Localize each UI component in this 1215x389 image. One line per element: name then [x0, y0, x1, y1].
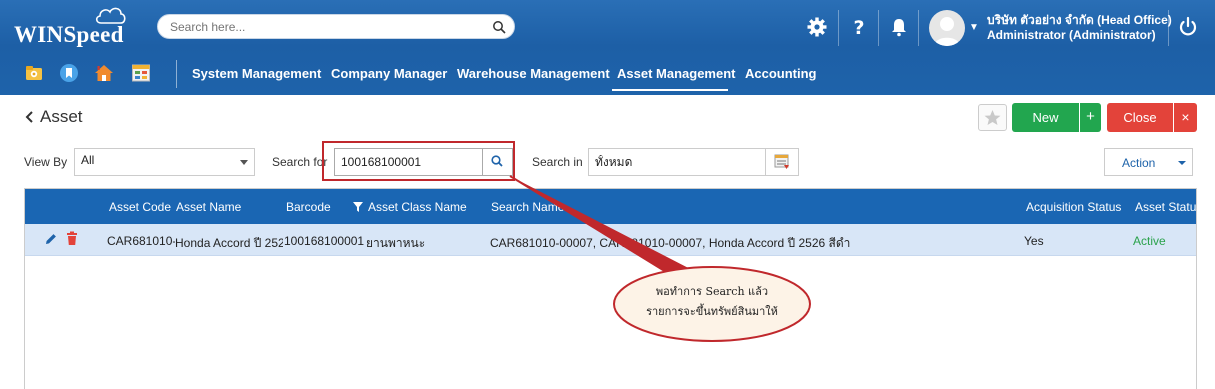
header-divider	[878, 10, 879, 46]
search-in-picker-button[interactable]	[765, 148, 799, 176]
search-in-field[interactable]	[588, 148, 766, 176]
header-divider	[838, 10, 839, 46]
cell-asset-class: ยานพาหนะ	[366, 236, 426, 250]
nav-warehouse-management[interactable]: Warehouse Management	[457, 66, 610, 81]
table-row[interactable]: CAR681010- Honda Accord ปี 252 100168100…	[25, 224, 1196, 256]
col-search-name[interactable]: Search Name	[491, 200, 564, 214]
search-in-input[interactable]	[595, 155, 725, 169]
dashboard-icon[interactable]	[131, 63, 151, 83]
help-icon[interactable]: ?	[848, 16, 870, 38]
search-for-label: Search for	[272, 155, 328, 169]
header-divider	[918, 10, 919, 46]
col-barcode[interactable]: Barcode	[286, 200, 331, 214]
highlight-box	[322, 141, 515, 181]
cell-barcode: 100168100001	[284, 234, 364, 248]
cell-asset-code: CAR681010-	[107, 234, 175, 248]
folder-icon[interactable]	[24, 63, 44, 83]
close-button[interactable]: Close	[1107, 103, 1173, 132]
delete-icon[interactable]	[66, 231, 78, 246]
bell-icon[interactable]	[888, 16, 910, 38]
svg-text:?: ?	[853, 17, 864, 38]
cell-acquisition-status: Yes	[1024, 234, 1044, 248]
col-asset-class-name[interactable]: Asset Class Name	[368, 200, 467, 214]
col-acquisition-status[interactable]: Acquisition Status	[1026, 200, 1121, 214]
top-header: WINSpeed ?	[0, 0, 1215, 95]
view-by-value: All	[81, 153, 95, 167]
list-picker-icon	[774, 154, 789, 169]
global-search-input[interactable]	[170, 19, 490, 35]
col-asset-name[interactable]: Asset Name	[176, 200, 241, 214]
callout-text: พอทำการ Search แล้ว รายการจะขึ้นทรัพย์สิ…	[614, 282, 810, 322]
callout-line-2: รายการจะขึ้นทรัพย์สินมาให้	[646, 305, 778, 318]
cell-asset-status: Active	[1133, 234, 1166, 248]
col-asset-status[interactable]: Asset Status	[1135, 200, 1202, 214]
nav-company-manager[interactable]: Company Manager	[331, 66, 447, 81]
edit-icon[interactable]	[44, 232, 58, 246]
asset-grid: Asset Code Asset Name Barcode Asset Clas…	[24, 188, 1202, 389]
action-dropdown[interactable]: Action	[1104, 148, 1193, 176]
action-label: Action	[1122, 156, 1156, 170]
header-divider	[1168, 10, 1169, 46]
cell-search-name: CAR681010-00007, CAR681010-00007, Honda …	[490, 236, 851, 250]
close-x-button[interactable]: ×	[1174, 103, 1197, 132]
gear-icon[interactable]	[806, 16, 828, 38]
nav-divider	[176, 60, 177, 88]
grid-header: Asset Code Asset Name Barcode Asset Clas…	[25, 189, 1202, 224]
new-plus-button[interactable]: +	[1080, 103, 1101, 132]
nav-asset-management[interactable]: Asset Management	[617, 66, 735, 81]
caret-down-icon	[1178, 161, 1186, 165]
page-title: Asset	[40, 107, 83, 126]
view-by-select[interactable]: All	[74, 148, 255, 176]
star-icon	[984, 110, 1001, 125]
search-icon[interactable]	[492, 20, 506, 34]
bookmark-icon[interactable]	[59, 63, 79, 83]
callout-line-1: พอทำการ Search แล้ว	[655, 285, 769, 298]
home-icon[interactable]	[94, 63, 114, 83]
chevron-down-icon[interactable]: ▼	[969, 22, 979, 33]
favorite-button[interactable]	[978, 104, 1007, 131]
caret-down-icon	[240, 160, 248, 165]
filter-icon[interactable]	[353, 202, 363, 212]
view-by-label: View By	[24, 155, 68, 169]
search-in-label: Search in	[532, 155, 583, 169]
col-asset-code[interactable]: Asset Code	[109, 200, 171, 214]
nav-active-indicator	[612, 89, 728, 91]
new-button[interactable]: New	[1012, 103, 1079, 132]
app-logo[interactable]: WINSpeed	[14, 22, 124, 48]
user-role[interactable]: Administrator (Administrator)	[987, 28, 1156, 42]
power-icon[interactable]	[1177, 16, 1199, 38]
global-search[interactable]	[157, 14, 515, 39]
back-icon[interactable]	[24, 110, 34, 124]
avatar[interactable]	[929, 10, 965, 46]
nav-system-management[interactable]: System Management	[192, 66, 321, 81]
cell-asset-name: Honda Accord ปี 252	[175, 236, 283, 250]
nav-accounting[interactable]: Accounting	[745, 66, 817, 81]
